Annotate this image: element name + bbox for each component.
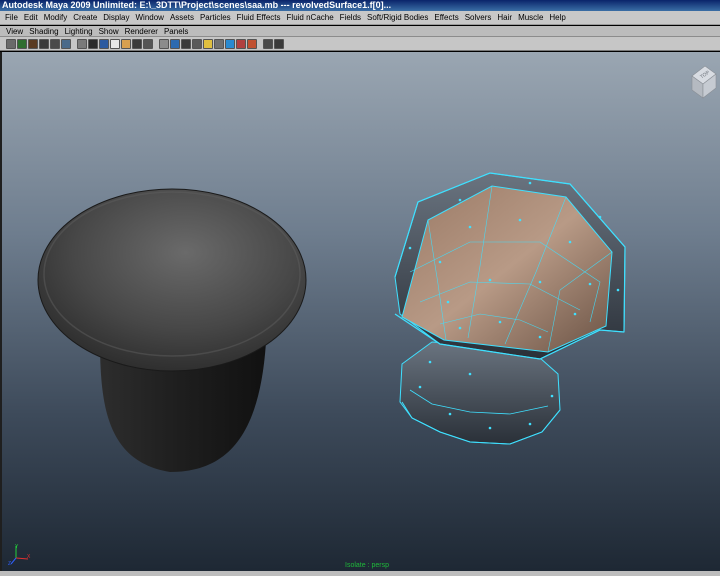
grease-pencil-icon[interactable]: [61, 38, 71, 49]
shadows-icon[interactable]: [214, 38, 224, 49]
image-plane-icon[interactable]: [39, 38, 49, 49]
menu-window[interactable]: Window: [133, 11, 167, 24]
viewcube[interactable]: TOP: [688, 58, 718, 102]
toolbar-separator: [154, 39, 158, 49]
axis-z-line: [10, 557, 17, 565]
film-gate-icon[interactable]: [88, 38, 98, 49]
menu-display[interactable]: Display: [100, 11, 132, 24]
field-chart-icon[interactable]: [121, 38, 131, 49]
menu-particles[interactable]: Particles: [197, 11, 234, 24]
axis-x-label: X: [27, 554, 31, 560]
viewport-scene[interactable]: [0, 52, 720, 571]
bookmark-icon[interactable]: [28, 38, 38, 49]
high-quality-icon[interactable]: [263, 38, 273, 49]
xray-icon[interactable]: [225, 38, 235, 49]
toolbar-separator: [258, 39, 262, 49]
main-menu-bar: File Edit Modify Create Display Window Assets P…: [0, 11, 720, 25]
menu-file[interactable]: File: [2, 11, 21, 24]
selected-revolved-surface[interactable]: [394, 172, 626, 445]
textured-icon[interactable]: [192, 38, 202, 49]
menu-fields[interactable]: Fields: [337, 11, 364, 24]
safe-title-icon[interactable]: [143, 38, 153, 49]
grid-icon[interactable]: [77, 38, 87, 49]
menu-create[interactable]: Create: [70, 11, 100, 24]
two-sided-lighting-icon[interactable]: [274, 38, 284, 49]
menu-modify[interactable]: Modify: [41, 11, 71, 24]
panel-menu-renderer[interactable]: Renderer: [122, 26, 161, 37]
wireframe-icon[interactable]: [159, 38, 169, 49]
menu-help[interactable]: Help: [546, 11, 568, 24]
camera-label: Isolate : persp: [345, 562, 389, 569]
resolution-gate-icon[interactable]: [99, 38, 109, 49]
menu-fluid-ncache[interactable]: Fluid nCache: [284, 11, 337, 24]
panel-menu-lighting[interactable]: Lighting: [62, 26, 96, 37]
camera-attributes-icon[interactable]: [17, 38, 27, 49]
menu-edit[interactable]: Edit: [21, 11, 41, 24]
window-title-bar: Autodesk Maya 2009 Unlimited: E:\_3DTT\P…: [0, 0, 720, 11]
menu-fluid-effects[interactable]: Fluid Effects: [234, 11, 284, 24]
select-camera-icon[interactable]: [6, 38, 16, 49]
wireframe-on-shaded-icon[interactable]: [181, 38, 191, 49]
gate-mask-icon[interactable]: [110, 38, 120, 49]
safe-action-icon[interactable]: [132, 38, 142, 49]
panel-toolbar: [0, 37, 720, 51]
two-d-pan-zoom-icon[interactable]: [50, 38, 60, 49]
panel-menu-bar: View Shading Lighting Show Renderer Panels: [0, 26, 720, 37]
viewport-bottom-border: [0, 571, 720, 576]
use-all-lights-icon[interactable]: [203, 38, 213, 49]
shaded-revolved-surface[interactable]: [37, 188, 307, 472]
panel-menu-show[interactable]: Show: [96, 26, 122, 37]
shaded-surface-cap: [37, 188, 307, 372]
panel-menu-view[interactable]: View: [3, 26, 26, 37]
xray-joints-icon[interactable]: [236, 38, 246, 49]
toolbar-separator: [72, 39, 76, 49]
panel-menu-shading[interactable]: Shading: [26, 26, 61, 37]
menu-soft-rigid-bodies[interactable]: Soft/Rigid Bodies: [364, 11, 431, 24]
axis-y-label: Y: [15, 544, 19, 550]
axis-gizmo: Y X Z: [8, 544, 31, 566]
menu-effects[interactable]: Effects: [431, 11, 461, 24]
isolate-select-icon[interactable]: [247, 38, 257, 49]
menu-hair[interactable]: Hair: [494, 11, 515, 24]
menu-solvers[interactable]: Solvers: [462, 11, 495, 24]
window-title: Autodesk Maya 2009 Unlimited: E:\_3DTT\P…: [2, 0, 392, 10]
panel-menu-panels[interactable]: Panels: [161, 26, 191, 37]
axis-z-label: Z: [8, 561, 11, 566]
menu-muscle[interactable]: Muscle: [515, 11, 546, 24]
menu-assets[interactable]: Assets: [167, 11, 197, 24]
smooth-shade-icon[interactable]: [170, 38, 180, 49]
